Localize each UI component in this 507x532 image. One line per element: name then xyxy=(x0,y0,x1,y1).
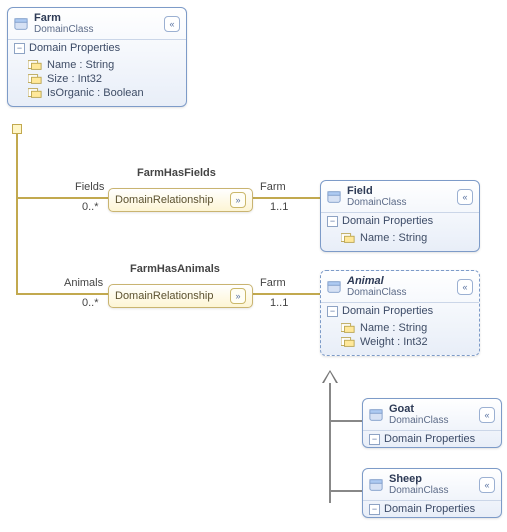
class-sub: DomainClass xyxy=(347,287,451,299)
property-label: IsOrganic : Boolean xyxy=(47,87,144,99)
property-icon xyxy=(28,59,42,71)
property-row[interactable]: Name : String xyxy=(341,231,473,245)
class-icon xyxy=(14,17,28,31)
class-animal[interactable]: Animal DomainClass « − Domain Properties… xyxy=(320,270,480,356)
title: Field DomainClass xyxy=(347,185,451,209)
props-list: Name : String Size : Int32 IsOrganic : B… xyxy=(8,56,186,106)
class-sub: DomainClass xyxy=(347,197,451,209)
conn xyxy=(250,197,320,199)
section-label: Domain Properties xyxy=(384,503,475,515)
rel-sub: DomainRelationship xyxy=(115,290,230,302)
class-sub: DomainClass xyxy=(389,485,473,497)
rel2-left-mult: 0..* xyxy=(82,297,99,309)
props-list: Name : String xyxy=(321,229,479,251)
class-name: Sheep xyxy=(389,473,473,485)
property-row[interactable]: Size : Int32 xyxy=(28,72,180,86)
class-icon xyxy=(369,408,383,422)
collapse-button[interactable]: « xyxy=(479,477,495,493)
property-label: Name : String xyxy=(47,59,114,71)
title: Farm DomainClass xyxy=(34,12,158,36)
collapse-button[interactable]: « xyxy=(457,189,473,205)
section-toggle[interactable]: − xyxy=(14,43,25,54)
property-label: Name : String xyxy=(360,232,427,244)
class-goat[interactable]: Goat DomainClass « − Domain Properties xyxy=(362,398,502,448)
class-farm[interactable]: Farm DomainClass « − Domain Properties N… xyxy=(7,7,187,107)
rel1-right-role: Farm xyxy=(260,181,286,193)
section-toggle[interactable]: − xyxy=(369,434,380,445)
expand-button[interactable]: » xyxy=(230,192,246,208)
rel2-left-role: Animals xyxy=(64,277,103,289)
rel1-title: FarmHasFields xyxy=(137,167,216,179)
class-sub: DomainClass xyxy=(34,24,158,36)
section-toggle[interactable]: − xyxy=(369,504,380,515)
property-icon xyxy=(341,336,355,348)
class-name: Field xyxy=(347,185,451,197)
rel1-left-role: Fields xyxy=(75,181,104,193)
property-row[interactable]: Name : String xyxy=(341,321,473,335)
property-icon xyxy=(341,322,355,334)
section-toggle[interactable]: − xyxy=(327,216,338,227)
property-label: Size : Int32 xyxy=(47,73,102,85)
class-name: Farm xyxy=(34,12,158,24)
property-row[interactable]: Weight : Int32 xyxy=(341,335,473,349)
section-label: Domain Properties xyxy=(29,42,120,54)
rel-sub: DomainRelationship xyxy=(115,194,230,206)
property-label: Weight : Int32 xyxy=(360,336,428,348)
rel2-title: FarmHasAnimals xyxy=(130,263,220,275)
class-icon xyxy=(327,190,341,204)
conn xyxy=(329,383,331,503)
conn xyxy=(250,293,320,295)
conn xyxy=(16,134,18,294)
class-name: Animal xyxy=(347,275,451,287)
property-label: Name : String xyxy=(360,322,427,334)
conn xyxy=(329,490,363,492)
property-row[interactable]: IsOrganic : Boolean xyxy=(28,86,180,100)
collapse-button[interactable]: « xyxy=(479,407,495,423)
relationship-farmhasfields[interactable]: DomainRelationship » xyxy=(108,188,253,212)
conn xyxy=(16,293,108,295)
class-icon xyxy=(327,280,341,294)
property-icon xyxy=(341,232,355,244)
property-icon xyxy=(28,87,42,99)
conn xyxy=(16,197,108,199)
section-toggle[interactable]: − xyxy=(327,306,338,317)
collapse-button[interactable]: « xyxy=(164,16,180,32)
props-list: Name : String Weight : Int32 xyxy=(321,319,479,355)
section-label: Domain Properties xyxy=(342,215,433,227)
inheritance-arrow-fill xyxy=(324,372,336,383)
collapse-button[interactable]: « xyxy=(457,279,473,295)
title: Goat DomainClass xyxy=(389,403,473,427)
property-icon xyxy=(28,73,42,85)
relationship-farmhasanimals[interactable]: DomainRelationship » xyxy=(108,284,253,308)
rel2-right-role: Farm xyxy=(260,277,286,289)
title: Sheep DomainClass xyxy=(389,473,473,497)
expand-button[interactable]: » xyxy=(230,288,246,304)
class-name: Goat xyxy=(389,403,473,415)
rel1-left-mult: 0..* xyxy=(82,201,99,213)
title: Animal DomainClass xyxy=(347,275,451,299)
class-sub: DomainClass xyxy=(389,415,473,427)
port-farm-out xyxy=(12,124,22,134)
property-row[interactable]: Name : String xyxy=(28,58,180,72)
class-field[interactable]: Field DomainClass « − Domain Properties … xyxy=(320,180,480,252)
class-icon xyxy=(369,478,383,492)
rel2-right-mult: 1..1 xyxy=(270,297,288,309)
diagram-canvas: FarmHasFields Fields 0..* Farm 1..1 Farm… xyxy=(0,0,507,532)
section-label: Domain Properties xyxy=(342,305,433,317)
class-sheep[interactable]: Sheep DomainClass « − Domain Properties xyxy=(362,468,502,518)
conn xyxy=(329,420,363,422)
rel1-right-mult: 1..1 xyxy=(270,201,288,213)
section-label: Domain Properties xyxy=(384,433,475,445)
